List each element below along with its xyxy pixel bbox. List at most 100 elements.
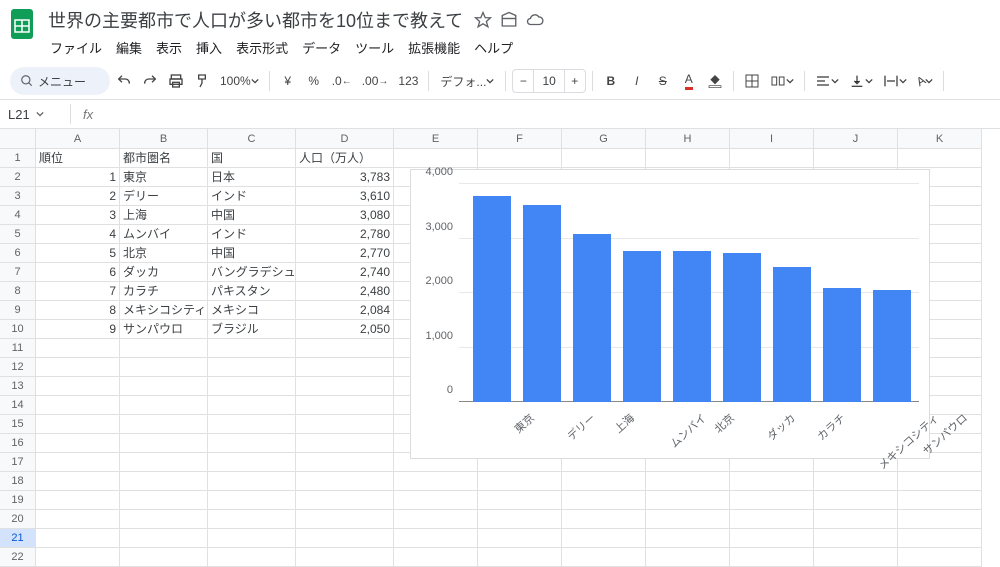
row-header[interactable]: 21 [0, 529, 36, 548]
cell[interactable] [208, 396, 296, 415]
cell[interactable]: カラチ [120, 282, 208, 301]
rotate-button[interactable]: A [913, 68, 937, 94]
menu-data[interactable]: データ [296, 36, 347, 59]
font-dropdown[interactable]: デフォ... [435, 68, 499, 94]
wrap-button[interactable] [879, 68, 911, 94]
embedded-chart[interactable]: 01,0002,0003,0004,000東京デリー上海ムンバイ北京ダッカカラチ… [410, 169, 930, 459]
row-header[interactable]: 4 [0, 206, 36, 225]
row-header[interactable]: 18 [0, 472, 36, 491]
cell[interactable] [562, 510, 646, 529]
cell[interactable] [562, 472, 646, 491]
cell[interactable]: 順位 [36, 149, 120, 168]
menu-insert[interactable]: 挿入 [190, 36, 228, 59]
col-header[interactable]: J [814, 129, 898, 149]
cell[interactable]: 2,084 [296, 301, 394, 320]
cell[interactable] [730, 472, 814, 491]
cell[interactable] [208, 510, 296, 529]
row-header[interactable]: 5 [0, 225, 36, 244]
col-header[interactable]: K [898, 129, 982, 149]
halign-button[interactable] [811, 68, 843, 94]
col-header[interactable]: A [36, 129, 120, 149]
cell[interactable] [208, 358, 296, 377]
cell[interactable] [120, 377, 208, 396]
menu-help[interactable]: ヘルプ [468, 36, 519, 59]
cell[interactable] [898, 548, 982, 567]
menu-format[interactable]: 表示形式 [230, 36, 294, 59]
cell[interactable] [296, 453, 394, 472]
cell[interactable] [646, 510, 730, 529]
cell[interactable] [36, 529, 120, 548]
row-header[interactable]: 19 [0, 491, 36, 510]
cell[interactable] [120, 434, 208, 453]
cell[interactable] [898, 529, 982, 548]
cell[interactable] [120, 396, 208, 415]
cell[interactable] [478, 548, 562, 567]
col-header[interactable]: E [394, 129, 478, 149]
cell[interactable] [208, 529, 296, 548]
cell[interactable]: インド [208, 187, 296, 206]
zoom-dropdown[interactable]: 100% [216, 68, 263, 94]
cell[interactable] [120, 415, 208, 434]
cell[interactable] [120, 510, 208, 529]
cell[interactable] [814, 529, 898, 548]
cell[interactable] [296, 396, 394, 415]
cell[interactable] [36, 472, 120, 491]
col-header[interactable]: B [120, 129, 208, 149]
row-header[interactable]: 22 [0, 548, 36, 567]
cell[interactable] [208, 339, 296, 358]
cell[interactable] [646, 529, 730, 548]
row-header[interactable]: 10 [0, 320, 36, 339]
cell[interactable] [120, 491, 208, 510]
row-header[interactable]: 1 [0, 149, 36, 168]
cell[interactable] [394, 529, 478, 548]
row-header[interactable]: 11 [0, 339, 36, 358]
decrease-decimal-button[interactable]: .0← [328, 68, 356, 94]
redo-button[interactable] [138, 68, 162, 94]
cell[interactable] [562, 491, 646, 510]
cell[interactable] [36, 453, 120, 472]
cell[interactable] [562, 529, 646, 548]
row-header[interactable]: 6 [0, 244, 36, 263]
select-all-corner[interactable] [0, 129, 36, 149]
cell[interactable]: 3,080 [296, 206, 394, 225]
undo-button[interactable] [112, 68, 136, 94]
borders-button[interactable] [740, 68, 764, 94]
cell[interactable] [208, 453, 296, 472]
cell[interactable] [208, 548, 296, 567]
cell[interactable] [730, 529, 814, 548]
strike-button[interactable]: S [651, 68, 675, 94]
fontsize-value[interactable]: 10 [533, 70, 564, 92]
cell[interactable] [296, 548, 394, 567]
col-header[interactable]: H [646, 129, 730, 149]
cell[interactable] [394, 510, 478, 529]
cell[interactable]: 3,610 [296, 187, 394, 206]
cell[interactable] [120, 472, 208, 491]
cell[interactable] [36, 339, 120, 358]
cell[interactable] [296, 510, 394, 529]
cell[interactable] [898, 472, 982, 491]
row-header[interactable]: 8 [0, 282, 36, 301]
cell[interactable] [296, 358, 394, 377]
col-header[interactable]: C [208, 129, 296, 149]
cell[interactable] [898, 149, 982, 168]
cell[interactable]: メキシコシティ [120, 301, 208, 320]
row-header[interactable]: 9 [0, 301, 36, 320]
cell[interactable] [394, 548, 478, 567]
cell[interactable]: 3 [36, 206, 120, 225]
cell[interactable] [730, 548, 814, 567]
cell[interactable] [36, 415, 120, 434]
cell[interactable]: 2 [36, 187, 120, 206]
cell[interactable]: 北京 [120, 244, 208, 263]
cloud-icon[interactable] [525, 10, 545, 30]
cell[interactable] [36, 358, 120, 377]
cell[interactable]: 中国 [208, 206, 296, 225]
fontsize-minus[interactable]: − [513, 70, 533, 92]
cell[interactable] [296, 434, 394, 453]
cell[interactable] [296, 415, 394, 434]
cell[interactable] [208, 472, 296, 491]
row-header[interactable]: 16 [0, 434, 36, 453]
cell[interactable] [36, 396, 120, 415]
cell[interactable] [814, 548, 898, 567]
cell[interactable] [208, 491, 296, 510]
cell[interactable]: 9 [36, 320, 120, 339]
